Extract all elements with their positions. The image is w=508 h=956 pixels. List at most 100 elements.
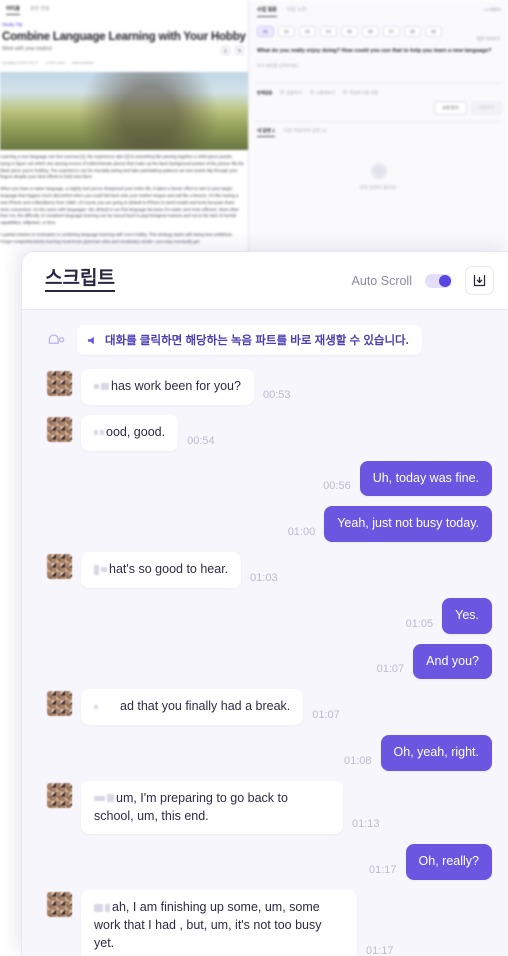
script-panel-header-controls: Auto Scroll (352, 266, 494, 295)
background-article-title: Combine Language Learning with Your Hobb… (2, 31, 246, 43)
script-message-list[interactable]: 대화를 클릭하면 해당하는 녹음 파트를 바로 재생할 수 있습니다. has … (22, 310, 508, 956)
avatar (47, 782, 72, 808)
script-message-row[interactable]: ood, good. 00:54 (22, 410, 508, 456)
script-message-row[interactable]: ad that you finally had a break. 01:07 (22, 684, 508, 730)
redacted-token (101, 383, 109, 391)
background-radio-group: 문제없음 집중하기 나중에보기 학습에 사용 안함 (249, 84, 508, 96)
radio-dot-icon (343, 90, 348, 94)
redacted-token (100, 429, 104, 435)
bubble-wrap: ood, good. 00:54 (81, 414, 215, 451)
background-radio-focus[interactable]: 집중하기 (280, 90, 302, 96)
message-timestamp: 01:08 (344, 754, 372, 767)
bubble-wrap: um, I'm preparing to go back to school, … (81, 780, 380, 835)
message-bubble[interactable]: ah, I am finishing up some, um, some wor… (81, 890, 357, 956)
message-bubble[interactable]: ad that you finally had a break. (81, 689, 304, 725)
background-paragraph: Learning a new language can feel onerous… (0, 154, 244, 180)
message-bubble[interactable]: Yeah, just not busy today. (324, 506, 492, 542)
redacted-token (94, 429, 98, 435)
message-bubble[interactable]: has work been for you? (81, 369, 254, 405)
redacted-token (94, 795, 105, 801)
script-message-row[interactable]: 01:05 Yes. (22, 593, 508, 639)
background-note-placeholder[interactable]: 여기 메모를 입력하세요. (249, 54, 508, 69)
background-save-button[interactable]: 저장하기 (470, 101, 502, 115)
message-bubble[interactable]: Yes. (442, 597, 492, 634)
background-chip-08[interactable]: 08 (404, 26, 421, 37)
background-chip-01[interactable]: 01 (257, 26, 274, 37)
background-chip-06[interactable]: 06 (362, 26, 379, 37)
background-correction-button[interactable]: 교정 받기 (434, 101, 467, 115)
message-text: Oh, yeah, right. (393, 745, 479, 759)
background-tab-class-questions[interactable]: 수업 질문 (257, 6, 277, 17)
message-bubble[interactable]: And you? (413, 643, 492, 680)
avatar (47, 892, 72, 917)
background-tab-previous-notes[interactable]: 이전 노트 (287, 6, 307, 17)
background-paragraph: When you have a native language, a might… (0, 186, 239, 226)
message-timestamp: 01:17 (369, 864, 397, 876)
message-bubble[interactable]: ood, good. (81, 414, 179, 451)
message-bubble[interactable]: Uh, today was fine. (359, 460, 492, 497)
script-message-row[interactable]: 01:08 Oh, yeah, right. (22, 730, 508, 776)
radio-dot-icon (309, 90, 314, 94)
radio-dot-icon (280, 90, 285, 94)
background-radio-no-problem[interactable]: 문제없음 (257, 90, 272, 96)
background-chip-07[interactable]: 07 (383, 26, 400, 37)
background-version-label: v.5 배전자 (483, 7, 501, 12)
background-article-body: Learning a new language can feel onerous… (0, 150, 248, 246)
background-article-pane: 아티클 표현 연습 Study Tip Combine Language Lea… (0, 0, 249, 256)
background-question-label: 질문 미리보기 (476, 36, 500, 41)
bubble-wrap: 00:56 Uh, today was fine. (323, 460, 492, 497)
message-bubble[interactable]: um, I'm preparing to go back to school, … (81, 780, 343, 835)
bookmark-icon[interactable]: ⎙ (221, 46, 230, 55)
script-message-row[interactable]: hat's so good to hear. 01:03 (22, 547, 508, 593)
message-text: Uh, today was fine. (372, 470, 479, 485)
background-chip-05[interactable]: 05 (341, 26, 358, 37)
message-bubble[interactable]: hat's so good to hear. (81, 552, 242, 588)
bubble-wrap: 01:17 Oh, really? (369, 844, 492, 880)
playback-hint-row: 대화를 클릭하면 해당하는 녹음 파트를 바로 재생할 수 있습니다. (22, 322, 508, 364)
share-icon[interactable]: ⧉ (235, 46, 244, 55)
speaker-icon (87, 336, 94, 344)
message-text: And you? (426, 653, 479, 668)
download-script-button[interactable] (465, 266, 494, 295)
background-subtab-other-answers[interactable]: 다른 학습자의 답변 14 (284, 128, 327, 137)
background-radio-later[interactable]: 나중에보기 (309, 90, 335, 96)
bubble-wrap: 01:08 Oh, yeah, right. (344, 735, 492, 771)
background-chip-02[interactable]: 02 (278, 26, 295, 37)
message-text: ad that you finally had a break. (120, 699, 291, 714)
message-timestamp: 01:05 (405, 617, 434, 630)
message-text: ah, I am finishing up some, um, some wor… (94, 900, 322, 950)
bubble-wrap: hat's so good to hear. 01:03 (81, 552, 278, 588)
redacted-token (94, 903, 103, 912)
auto-scroll-toggle[interactable] (425, 273, 452, 288)
redacted-token (94, 564, 99, 575)
script-panel: 스크립트 Auto Scroll 대화를 클릭하면 해당하는 녹음 파트를 바로… (21, 251, 508, 956)
background-empty-text: 아직 답변이 없어요. (359, 185, 398, 190)
background-button-row: 교정 받기 저장하기 (249, 96, 508, 115)
background-article-meta: Updated 2024-03-17 5 min read Intermedia… (2, 60, 248, 65)
script-message-row[interactable]: um, I'm preparing to go back to school, … (22, 776, 508, 840)
background-chip-09[interactable]: 09 (425, 26, 442, 37)
redacted-token (107, 794, 114, 803)
script-panel-header: 스크립트 Auto Scroll (22, 252, 508, 310)
script-message-row[interactable]: ah, I am finishing up some, um, some wor… (22, 885, 508, 956)
avatar (47, 416, 72, 442)
download-icon (473, 274, 486, 287)
background-tab-article[interactable]: 아티클 (6, 5, 20, 15)
background-radio-unused[interactable]: 학습에 사용 안함 (343, 90, 378, 96)
script-message-row[interactable]: has work been for you? 00:53 (22, 364, 508, 410)
background-chip-04[interactable]: 04 (320, 26, 337, 37)
avatar (47, 554, 72, 579)
background-chip-03[interactable]: 03 (299, 26, 316, 37)
script-message-row[interactable]: 01:07 And you? (22, 639, 508, 685)
message-text: ood, good. (106, 424, 166, 439)
background-subtab-my-answers[interactable]: 내 답변 2 (257, 128, 275, 137)
script-message-row[interactable]: 01:17 Oh, really? (22, 839, 508, 885)
background-article-eyebrow: Study Tip (2, 22, 23, 27)
script-message-row[interactable]: 01:00 Yeah, just not busy today. (22, 501, 508, 547)
message-bubble[interactable]: Oh, really? (405, 844, 492, 880)
background-question-pane: v.5 배전자 수업 질문 이전 노트 01 02 03 04 05 06 07… (249, 0, 508, 256)
message-timestamp: 00:54 (187, 434, 215, 447)
script-message-row[interactable]: 00:56 Uh, today was fine. (22, 456, 508, 502)
background-tab-practice[interactable]: 표현 연습 (30, 5, 50, 15)
message-bubble[interactable]: Oh, yeah, right. (380, 735, 492, 771)
